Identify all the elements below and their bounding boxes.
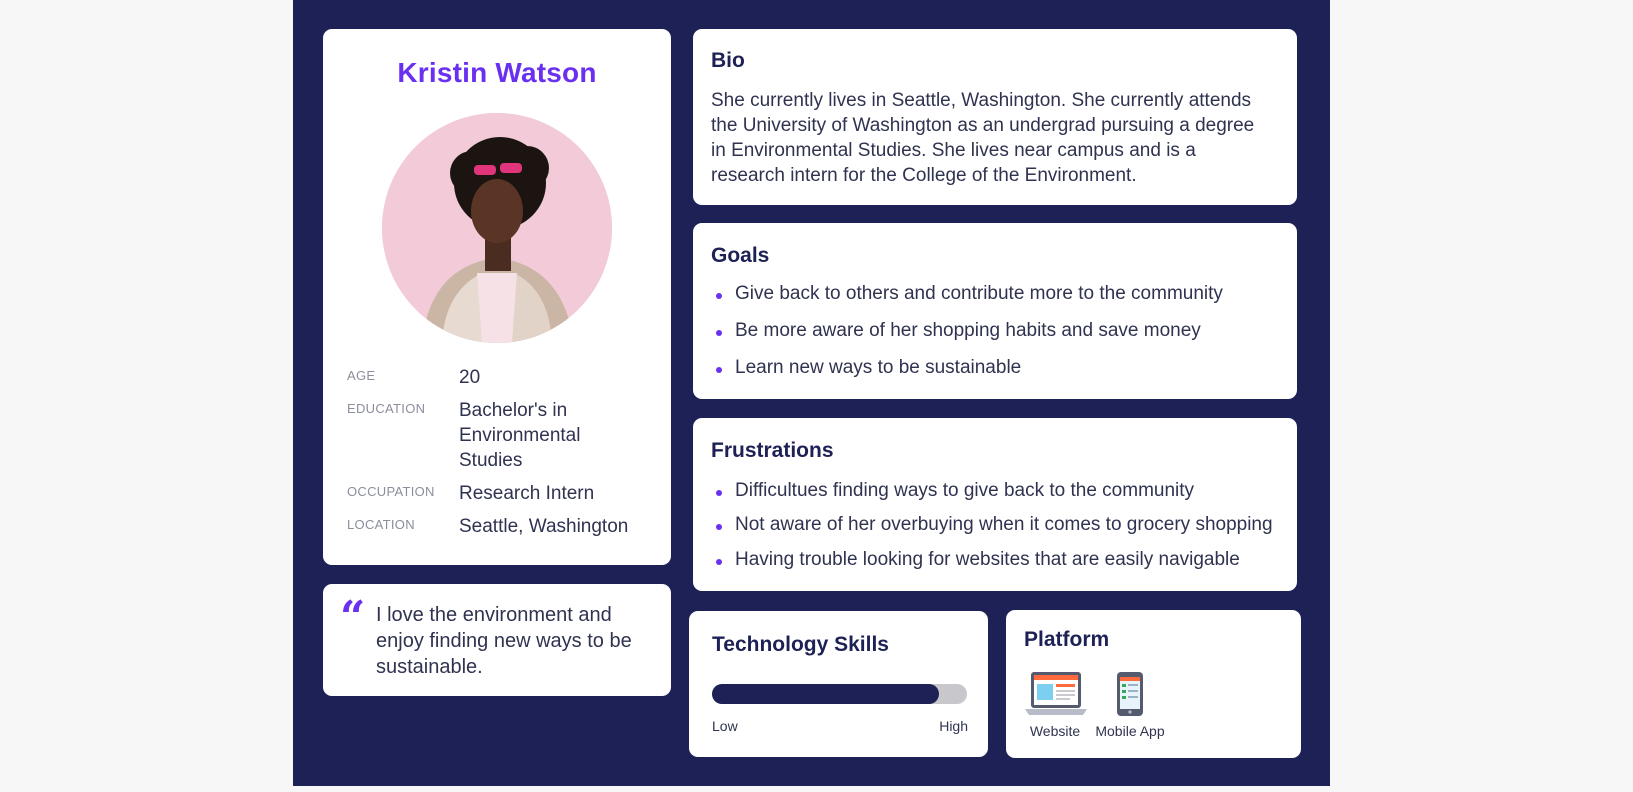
list-item: Difficultues finding ways to give back t… [711,480,1194,502]
skill-low-label: Low [712,718,738,734]
frustrations-card: Frustrations Difficultues finding ways t… [693,418,1297,591]
quote-text: I love the environment and enjoy finding… [376,604,632,678]
list-item: Having trouble looking for websites that… [711,549,1240,571]
goals-card: Goals Give back to others and contribute… [693,223,1297,399]
bio-card: Bio She currently lives in Seattle, Wash… [693,29,1297,205]
platform-website: Website [1015,610,1095,750]
frustrations-title: Frustrations [711,439,834,462]
info-value: Bachelor's in Environmental Studies [459,400,581,471]
list-item: Learn new ways to be sustainable [711,357,1021,379]
bio-text: She currently lives in Seattle, Washingt… [711,90,1255,186]
platform-mobile-app: Mobile App [1095,610,1165,750]
phone-icon [1117,672,1143,721]
info-label: OCCUPATION [347,484,435,499]
list-item: Give back to others and contribute more … [711,283,1223,305]
skill-bar-fill [712,684,939,704]
technology-skills-card: Technology Skills Low High [689,611,988,757]
skill-bar-track [712,684,967,704]
list-item: Be more aware of her shopping habits and… [711,320,1201,342]
quote-icon: “ [340,592,366,643]
list-item: Not aware of her overbuying when it come… [711,514,1273,536]
platform-label: Website [1029,723,1081,739]
platform-card: Platform Website Mobile App [1006,610,1301,758]
laptop-icon [1025,672,1087,721]
goals-title: Goals [711,244,770,267]
bio-title: Bio [711,49,745,72]
tech-skills-title: Technology Skills [712,633,889,656]
info-label: AGE [347,368,376,383]
persona-name: Kristin Watson [397,57,597,88]
info-value: Research Intern [459,483,595,504]
info-value: Seattle, Washington [459,516,629,537]
quote-card: “ I love the environment and enjoy findi… [323,584,671,696]
platform-label: Mobile App [1095,723,1165,739]
info-label: LOCATION [347,517,415,532]
info-label: EDUCATION [347,401,426,416]
info-value: 20 [459,367,481,388]
profile-photo [382,113,612,343]
skill-high-label: High [939,718,968,734]
